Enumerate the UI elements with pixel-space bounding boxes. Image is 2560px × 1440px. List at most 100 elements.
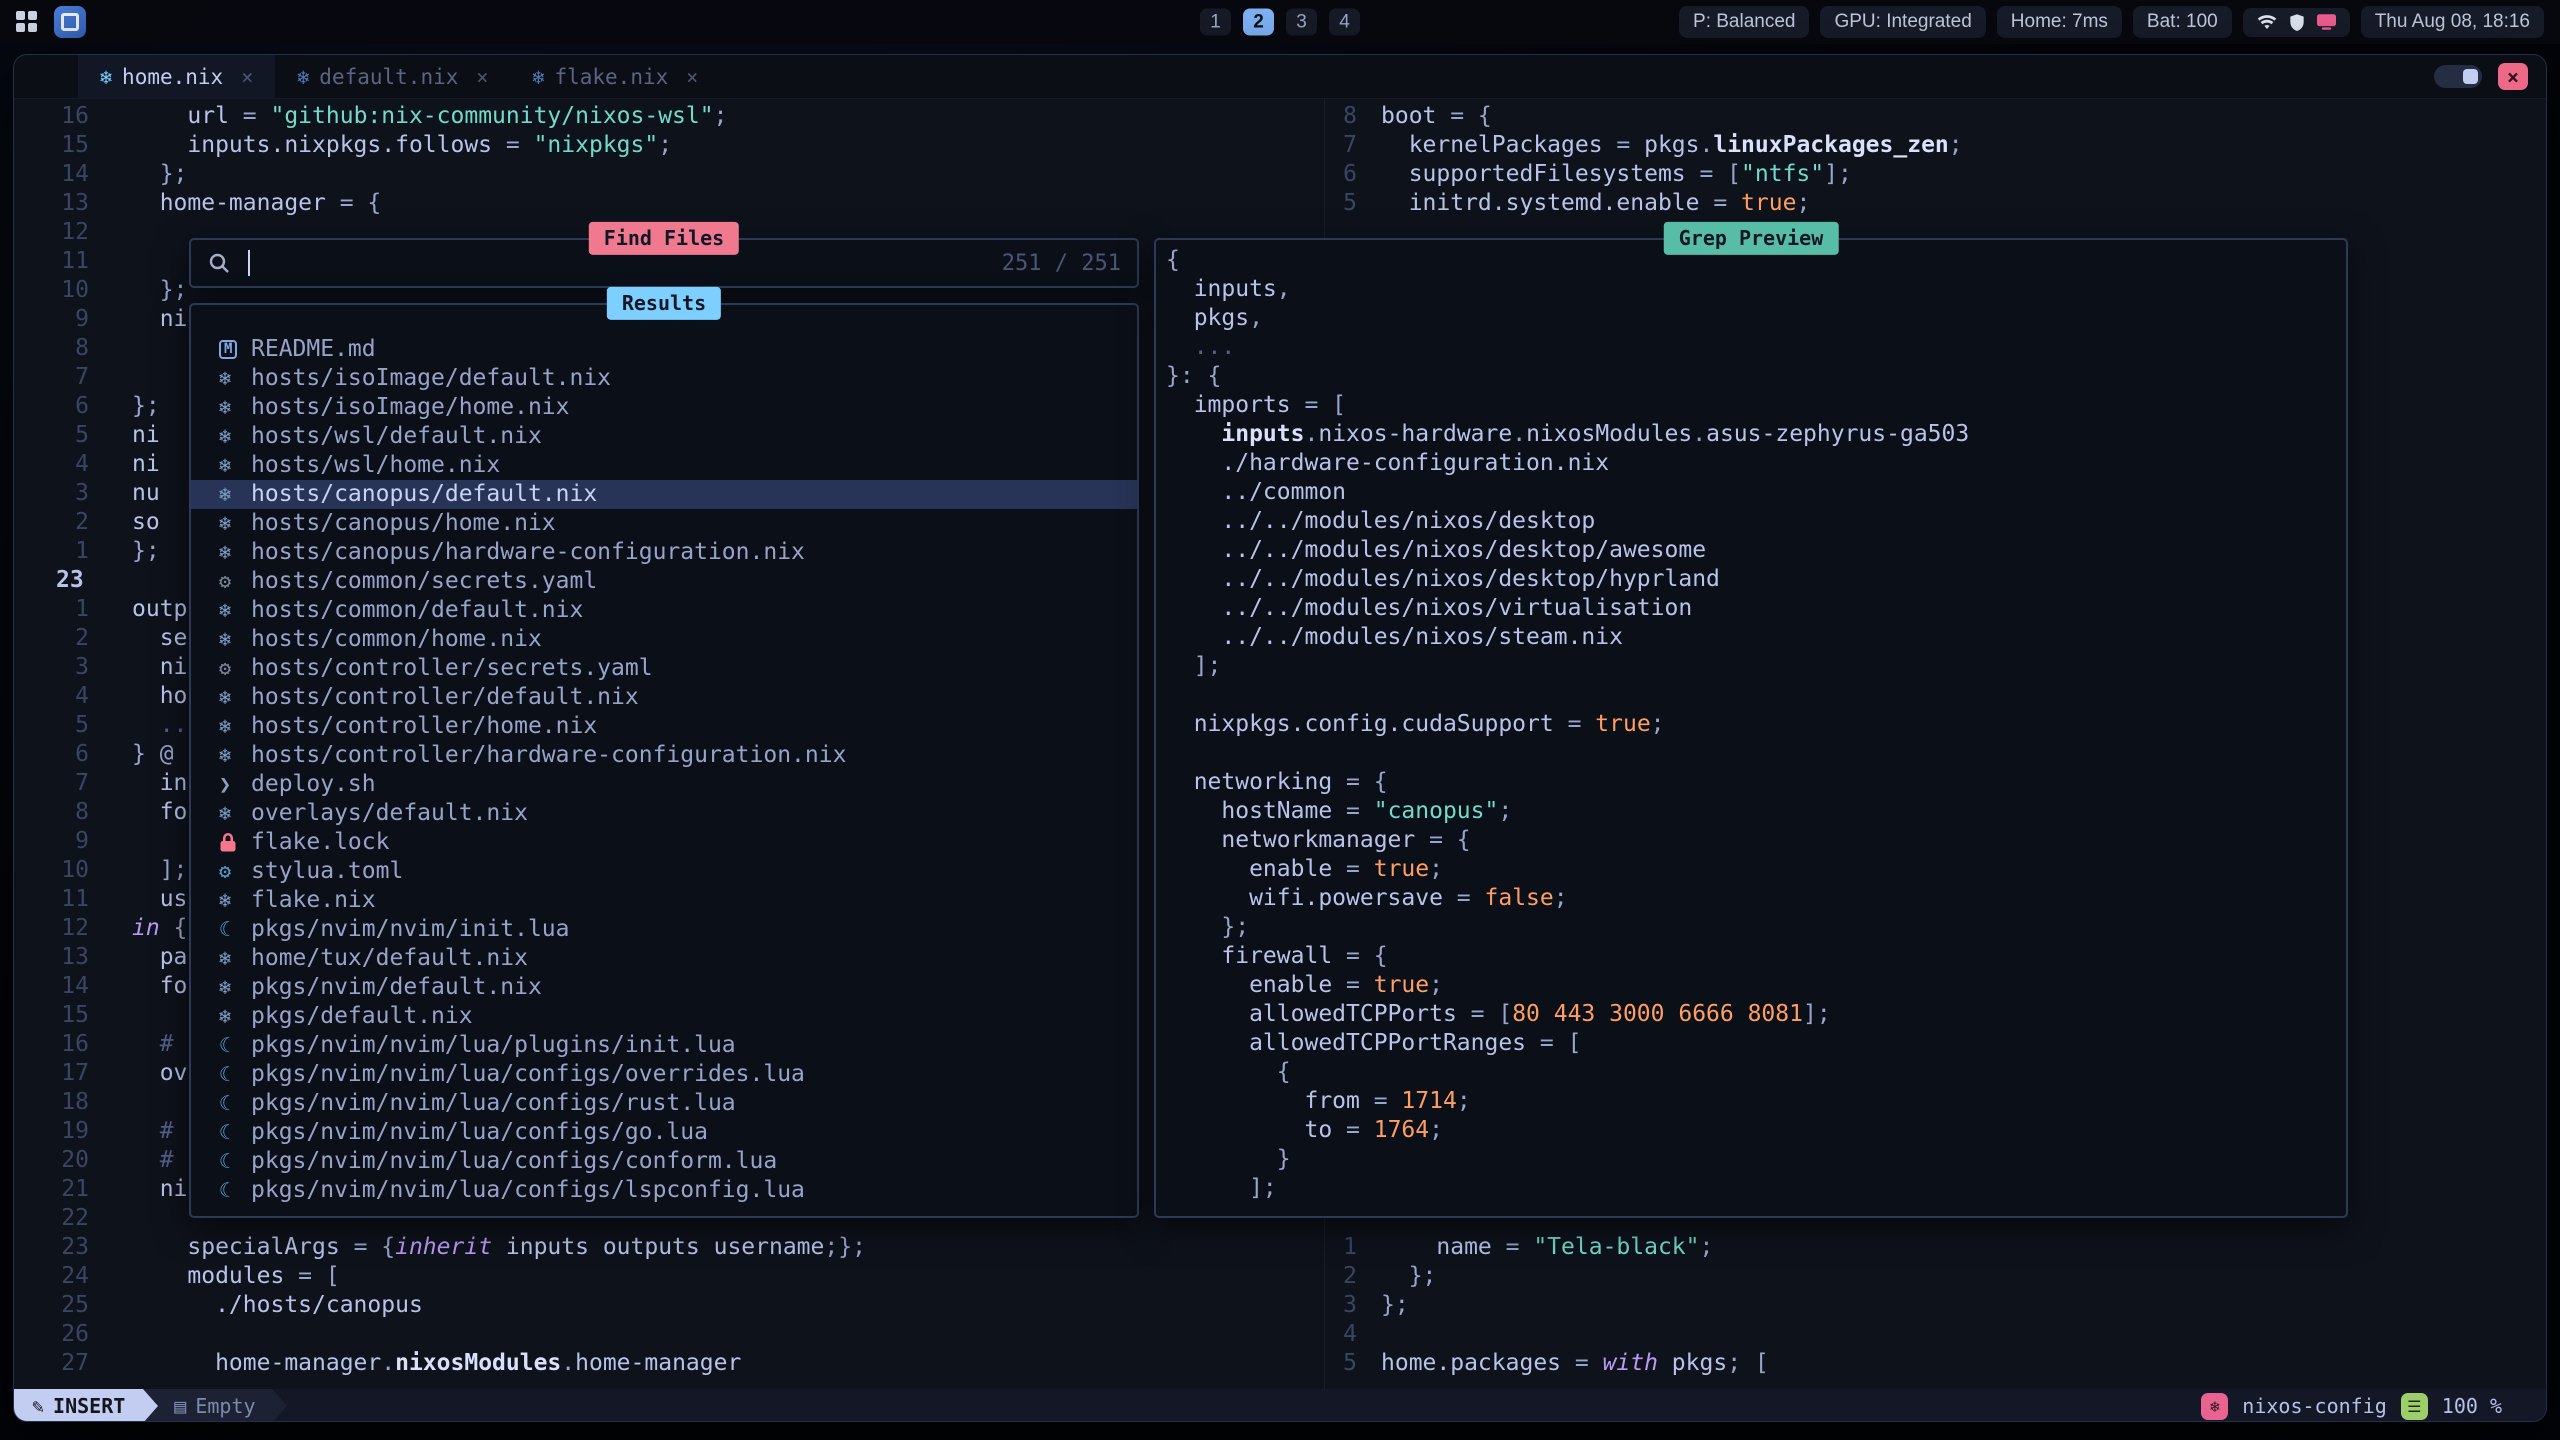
code-line: firewall = { <box>1166 942 2346 971</box>
line-number: 8 <box>14 334 89 363</box>
window-toggle[interactable] <box>2434 65 2482 88</box>
status-module: Bat: 100 <box>2133 6 2232 38</box>
line-number: 23 <box>14 1233 89 1262</box>
line-number: 5 <box>1282 189 1357 218</box>
file-row[interactable]: ❄hosts/isoImage/default.nix <box>191 364 1137 393</box>
tab-close-icon[interactable]: × <box>476 65 488 89</box>
file-row[interactable]: ❄hosts/canopus/home.nix <box>191 509 1137 538</box>
file-row-label: hosts/controller/secrets.yaml <box>251 654 653 683</box>
code-line: to = 1764; <box>1166 1116 2346 1145</box>
buffer-icon: ▤ <box>174 1394 186 1418</box>
file-row[interactable]: ❄hosts/controller/hardware-configuration… <box>191 741 1137 770</box>
code-line: ../../modules/nixos/desktop <box>1166 507 2346 536</box>
file-row[interactable]: ☾pkgs/nvim/nvim/init.lua <box>191 915 1137 944</box>
lock-file-icon <box>219 832 251 853</box>
file-row[interactable]: ☾pkgs/nvim/nvim/lua/configs/conform.lua <box>191 1147 1137 1176</box>
shell-file-icon: ❯ <box>219 770 251 799</box>
file-row[interactable]: ❄hosts/controller/default.nix <box>191 683 1137 712</box>
logo-icon[interactable] <box>54 6 86 38</box>
code-line: networkmanager = { <box>1166 826 2346 855</box>
file-row[interactable]: ❄hosts/wsl/default.nix <box>191 422 1137 451</box>
file-row[interactable]: ☾pkgs/nvim/nvim/lua/configs/rust.lua <box>191 1089 1137 1118</box>
file-row[interactable]: ☾pkgs/nvim/nvim/lua/plugins/init.lua <box>191 1031 1137 1060</box>
workspace-2[interactable]: 2 <box>1243 9 1274 36</box>
file-row[interactable]: ❄hosts/wsl/home.nix <box>191 451 1137 480</box>
preview-content: { inputs, pkgs, ...}: { imports = [ inpu… <box>1156 240 2346 1216</box>
results-list-box[interactable]: Results MREADME.md❄hosts/isoImage/defaul… <box>189 303 1139 1218</box>
tab-default.nix[interactable]: ❄default.nix× <box>275 55 510 99</box>
lua-file-icon: ☾ <box>219 1147 251 1176</box>
file-row[interactable]: ❄hosts/common/default.nix <box>191 596 1137 625</box>
buffer-label: Empty <box>195 1394 255 1418</box>
tab-close-icon[interactable]: × <box>686 65 698 89</box>
line-number: 1 <box>14 537 89 566</box>
workspace-3[interactable]: 3 <box>1286 9 1317 36</box>
code-line: ../../modules/nixos/desktop/awesome <box>1166 536 2346 565</box>
file-row[interactable]: ☾pkgs/nvim/nvim/lua/configs/lspconfig.lu… <box>191 1176 1137 1205</box>
code-line: 16 url = "github:nix-community/nixos-wsl… <box>14 102 866 131</box>
file-row[interactable]: ☾pkgs/nvim/nvim/lua/configs/overrides.lu… <box>191 1060 1137 1089</box>
file-row-label: hosts/common/default.nix <box>251 596 583 625</box>
markdown-file-icon: M <box>219 340 251 359</box>
screencast-icon[interactable] <box>2317 14 2336 30</box>
line-number: 13 <box>14 943 89 972</box>
code-line: 14 }; <box>14 160 866 189</box>
line-number: 6 <box>14 740 89 769</box>
file-row[interactable]: ❄hosts/canopus/default.nix <box>191 480 1137 509</box>
file-row-label: pkgs/nvim/nvim/lua/configs/lspconfig.lua <box>251 1176 805 1205</box>
file-row[interactable]: ⚙hosts/common/secrets.yaml <box>191 567 1137 596</box>
tab-flake.nix[interactable]: ❄flake.nix× <box>510 55 720 99</box>
status-module: P: Balanced <box>1679 6 1809 38</box>
tray[interactable] <box>2243 8 2350 37</box>
code-line: 2 }; <box>1282 1262 1769 1291</box>
code-line: 4 <box>1282 1320 1769 1349</box>
desktop: 1234 P: BalancedGPU: IntegratedHome: 7ms… <box>0 0 2560 1440</box>
file-row[interactable]: ❄home/tux/default.nix <box>191 944 1137 973</box>
nix-file-icon: ❄ <box>219 538 251 567</box>
nix-file-icon: ❄ <box>219 683 251 712</box>
file-row[interactable]: flake.lock <box>191 828 1137 857</box>
tab-close-icon[interactable]: × <box>241 65 253 89</box>
nix-file-icon: ❄ <box>219 422 251 451</box>
file-row[interactable]: ⚙stylua.toml <box>191 857 1137 886</box>
workspace-1[interactable]: 1 <box>1200 9 1231 36</box>
preview-title: Grep Preview <box>1664 222 1839 255</box>
results-list[interactable]: MREADME.md❄hosts/isoImage/default.nix❄ho… <box>191 305 1137 1216</box>
wifi-icon[interactable] <box>2257 14 2277 31</box>
file-row[interactable]: MREADME.md <box>191 335 1137 364</box>
yaml-file-icon: ⚙ <box>219 567 251 596</box>
code-line: from = 1714; <box>1166 1087 2346 1116</box>
file-row[interactable]: ❄hosts/common/home.nix <box>191 625 1137 654</box>
find-files-input-box[interactable]: Find Files 251 / 251 <box>189 238 1139 288</box>
project-icon: ❄ <box>2201 1393 2228 1420</box>
file-row[interactable]: ❯deploy.sh <box>191 770 1137 799</box>
tab-home.nix[interactable]: ❄home.nix× <box>78 55 275 99</box>
window-close-button[interactable]: × <box>2498 63 2528 90</box>
line-number: 21 <box>14 1175 89 1204</box>
nix-file-icon: ❄ <box>219 393 251 422</box>
file-row[interactable]: ❄pkgs/nvim/default.nix <box>191 973 1137 1002</box>
file-row[interactable]: ☾pkgs/nvim/nvim/lua/configs/go.lua <box>191 1118 1137 1147</box>
file-row[interactable]: ❄hosts/isoImage/home.nix <box>191 393 1137 422</box>
workspace-4[interactable]: 4 <box>1329 9 1360 36</box>
shield-icon[interactable] <box>2289 13 2305 32</box>
line-number: 3 <box>14 479 89 508</box>
code-line: ../../modules/nixos/desktop/hyprland <box>1166 565 2346 594</box>
file-row[interactable]: ❄pkgs/default.nix <box>191 1002 1137 1031</box>
file-row[interactable]: ❄hosts/canopus/hardware-configuration.ni… <box>191 538 1137 567</box>
file-row[interactable]: ⚙hosts/controller/secrets.yaml <box>191 654 1137 683</box>
file-row[interactable]: ❄hosts/controller/home.nix <box>191 712 1137 741</box>
clock: Thu Aug 08, 18:16 <box>2361 6 2544 38</box>
app-grid-icon[interactable] <box>16 11 38 33</box>
file-row-label: hosts/controller/home.nix <box>251 712 597 741</box>
line-number: 22 <box>14 1204 89 1233</box>
line-number: 6 <box>1282 160 1357 189</box>
file-row[interactable]: ❄overlays/default.nix <box>191 799 1137 828</box>
line-number: 5 <box>1282 1349 1357 1378</box>
file-row[interactable]: ❄flake.nix <box>191 886 1137 915</box>
code-line: ]; <box>1166 652 2346 681</box>
nix-file-icon: ❄ <box>219 596 251 625</box>
file-row-label: pkgs/nvim/nvim/lua/configs/rust.lua <box>251 1089 736 1118</box>
code-line: 5home.packages = with pkgs; [ <box>1282 1349 1769 1378</box>
line-number: 14 <box>14 160 89 189</box>
